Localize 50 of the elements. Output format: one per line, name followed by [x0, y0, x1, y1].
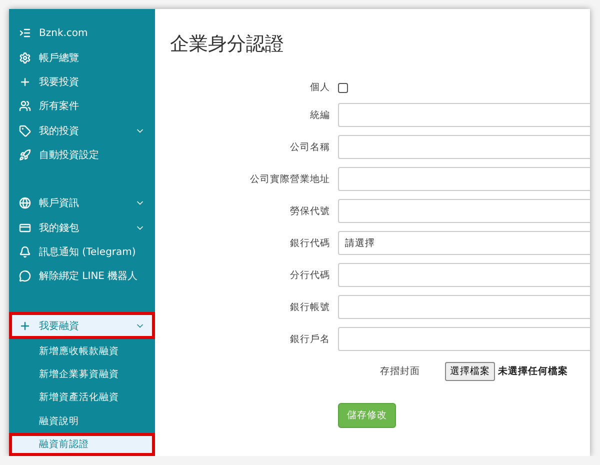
choose-file-button[interactable]: 選擇檔案 — [445, 362, 495, 380]
indent-icon — [19, 27, 31, 40]
sidebar-item[interactable]: 帳戶總覽 — [9, 45, 155, 70]
sidebar-group[interactable]: 我要融資 — [9, 312, 155, 340]
submenu-item[interactable]: 新增企業募資融資 — [9, 362, 155, 386]
page-title: 企業身分認證 — [170, 32, 285, 57]
submenu-item[interactable]: 融資前認證 — [9, 432, 155, 456]
sidebar-item[interactable]: 訊息通知 (Telegram) — [9, 240, 155, 264]
field-label: 公司名稱 — [289, 140, 330, 154]
sidebar-item[interactable]: Bznk.com — [9, 21, 155, 46]
rocket-icon — [19, 148, 31, 161]
submenu-item[interactable]: 新增應收帳款融資 — [9, 339, 155, 363]
input-field[interactable] — [338, 295, 590, 319]
submenu-item[interactable]: 融資說明 — [9, 409, 155, 433]
sidebar-item[interactable]: 我的投資 — [9, 118, 155, 143]
sidebar-item[interactable]: 所有案件 — [9, 94, 155, 118]
sidebar-item[interactable]: 我要投資 — [9, 70, 155, 94]
field-label: 個人 — [309, 80, 330, 94]
submenu-item[interactable]: 新增資產活化融資 — [9, 386, 155, 410]
field-label: 分行代碼 — [289, 268, 330, 282]
plus-icon — [19, 320, 31, 332]
input-field[interactable] — [338, 327, 590, 351]
sidebar-item[interactable]: 解除綁定 LINE 機器人 — [9, 264, 155, 288]
sidebar-item[interactable]: 帳戶資訊 — [9, 191, 155, 216]
input-field[interactable] — [338, 135, 590, 159]
input-field[interactable] — [338, 167, 590, 191]
field-label: 統編 — [309, 108, 330, 122]
card-icon — [19, 222, 31, 234]
tag-icon — [19, 124, 31, 137]
chat-bubble-icon — [19, 270, 31, 282]
field-label: 銀行帳號 — [289, 300, 330, 314]
file-status: 未選擇任何檔案 — [498, 364, 568, 378]
users-icon — [19, 100, 31, 112]
input-field[interactable] — [338, 103, 590, 127]
plus-icon — [19, 76, 31, 88]
field-label: 存摺封面 — [380, 364, 420, 378]
save-button[interactable]: 儲存修改 — [338, 403, 396, 428]
settings-icon — [19, 52, 31, 64]
bell-icon — [19, 246, 31, 258]
sidebar-item[interactable]: 自動投資設定 — [9, 142, 155, 168]
input-field[interactable] — [338, 263, 590, 287]
field-label: 銀行代碼 — [289, 236, 330, 250]
input-field[interactable] — [338, 199, 590, 223]
field-label: 勞保代號 — [289, 204, 330, 218]
checkbox[interactable] — [338, 82, 348, 92]
field-label: 公司實際營業地址 — [249, 172, 330, 186]
field-label: 銀行戶名 — [289, 332, 330, 346]
select-field[interactable]: 請選擇 — [338, 231, 590, 255]
sidebar-item[interactable]: 我的錢包 — [9, 215, 155, 240]
globe-icon — [19, 197, 31, 210]
